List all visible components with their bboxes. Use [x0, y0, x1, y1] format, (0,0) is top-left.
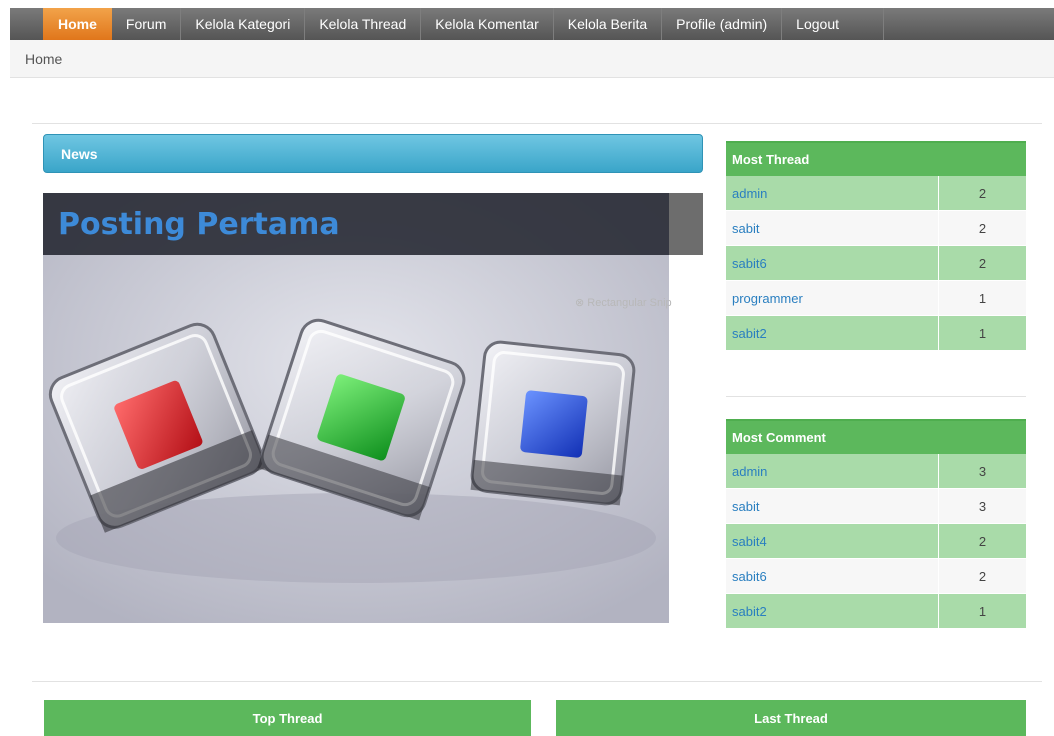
most-comment-header: Most Comment — [726, 419, 1026, 454]
last-thread-title: Last Thread — [754, 710, 828, 726]
comment-count: 2 — [978, 533, 987, 549]
nav-logout[interactable]: Logout — [782, 8, 884, 40]
comment-count: 3 — [978, 498, 987, 514]
snip-tooltip: ⊗ Rectangular Snip — [575, 296, 672, 309]
news-image[interactable]: Posting Pertama — [43, 193, 669, 623]
user-link[interactable]: sabit2 — [726, 594, 939, 628]
table-row: sabit2 1 — [726, 316, 1026, 351]
divider-side — [726, 396, 1026, 397]
table-row: sabit2 1 — [726, 594, 1026, 629]
most-comment-table: Most Comment admin 3 sabit 3 sabit4 2 sa… — [726, 419, 1026, 629]
caption-extension — [669, 193, 703, 255]
user-link[interactable]: programmer — [726, 281, 939, 315]
nav-home[interactable]: Home — [43, 8, 112, 40]
nav-kelola-berita[interactable]: Kelola Berita — [554, 8, 663, 40]
user-link[interactable]: sabit — [726, 211, 939, 245]
news-header: News — [43, 134, 703, 173]
news-header-label: News — [61, 145, 98, 162]
comment-count: 3 — [978, 463, 987, 479]
table-row: sabit4 2 — [726, 524, 1026, 559]
table-row: sabit6 2 — [726, 246, 1026, 281]
snip-tooltip-text: Rectangular Snip — [587, 297, 672, 309]
top-navbar: Home Forum Kelola Kategori Kelola Thread… — [10, 8, 1054, 40]
user-link[interactable]: admin — [726, 454, 939, 488]
table-row: admin 2 — [726, 176, 1026, 211]
user-link[interactable]: sabit2 — [726, 316, 939, 350]
nav-forum[interactable]: Forum — [112, 8, 182, 40]
breadcrumb: Home — [10, 40, 1054, 78]
most-thread-header: Most Thread — [726, 141, 1026, 176]
table-row: admin 3 — [726, 454, 1026, 489]
user-link[interactable]: sabit — [726, 489, 939, 523]
table-row: sabit6 2 — [726, 559, 1026, 594]
comment-count: 2 — [978, 568, 987, 584]
top-thread-title: Top Thread — [252, 710, 323, 726]
last-thread-header: Last Thread — [556, 700, 1026, 736]
most-thread-table: Most Thread admin 2 sabit 2 sabit6 2 pro… — [726, 141, 1026, 351]
thread-count: 2 — [978, 255, 987, 271]
table-row: sabit 2 — [726, 211, 1026, 246]
glass-cubes-illustration — [43, 193, 669, 623]
user-link[interactable]: admin — [726, 176, 939, 210]
thread-count: 2 — [978, 220, 987, 236]
nav-kelola-thread[interactable]: Kelola Thread — [305, 8, 422, 40]
user-link[interactable]: sabit6 — [726, 559, 939, 593]
table-row: sabit 3 — [726, 489, 1026, 524]
news-title[interactable]: Posting Pertama — [58, 207, 340, 242]
nav-kelola-komentar[interactable]: Kelola Komentar — [421, 8, 554, 40]
divider-bottom — [32, 681, 1042, 682]
comment-count: 1 — [978, 603, 987, 619]
user-link[interactable]: sabit6 — [726, 246, 939, 280]
nav-kelola-kategori[interactable]: Kelola Kategori — [181, 8, 306, 40]
thread-count: 2 — [978, 185, 987, 201]
top-thread-header: Top Thread — [44, 700, 531, 736]
nav-profile[interactable]: Profile (admin) — [662, 8, 783, 40]
user-link[interactable]: sabit4 — [726, 524, 939, 558]
breadcrumb-home[interactable]: Home — [25, 51, 62, 67]
thread-count: 1 — [978, 325, 987, 341]
scissors-icon: ⊗ — [575, 297, 585, 309]
divider-top — [32, 123, 1042, 124]
thread-count: 1 — [978, 290, 987, 306]
table-row: programmer 1 — [726, 281, 1026, 316]
news-caption: Posting Pertama — [43, 193, 669, 255]
